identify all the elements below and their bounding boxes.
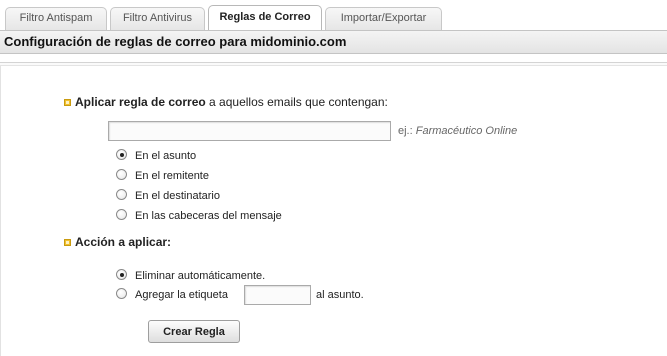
radio-label: En el destinatario — [135, 190, 220, 202]
tab-filtro-antivirus[interactable]: Filtro Antivirus — [110, 7, 205, 30]
radio-label: Eliminar automáticamente. — [135, 270, 266, 282]
radio-icon[interactable] — [116, 209, 127, 220]
radio-label: En el remitente — [135, 170, 209, 182]
page-title: Configuración de reglas de correo para m… — [0, 30, 667, 54]
rule-hint: ej.: Farmacéutico Online — [398, 125, 517, 137]
radio-icon[interactable] — [116, 288, 127, 299]
create-rule-button[interactable]: Crear Regla — [148, 320, 240, 343]
tab-importar-exportar[interactable]: Importar/Exportar — [325, 7, 442, 30]
rule-text-input[interactable] — [108, 121, 391, 141]
tag-suffix: al asunto. — [316, 289, 364, 301]
tag-input[interactable] — [244, 285, 311, 305]
radio-label: En el asunto — [135, 150, 197, 162]
radio-checked-icon[interactable] — [116, 149, 127, 160]
radio-icon[interactable] — [116, 169, 127, 180]
rule-hint-example: Farmacéutico Online — [415, 125, 518, 137]
bullet-icon — [64, 239, 71, 246]
rules-form: Aplicar regla de correo a aquellos email… — [0, 66, 667, 356]
tab-filtro-antispam[interactable]: Filtro Antispam — [5, 7, 107, 30]
radio-label: En las cabeceras del mensaje — [135, 210, 282, 222]
bullet-icon — [64, 99, 71, 106]
rule-heading: Aplicar regla de correo a aquellos email… — [75, 95, 388, 109]
radio-checked-icon[interactable] — [116, 269, 127, 280]
rule-heading-bold: Aplicar regla de correo — [75, 95, 206, 109]
rule-hint-prefix: ej.: — [398, 125, 416, 137]
tab-bar: Filtro Antispam Filtro Antivirus Reglas … — [0, 0, 667, 30]
radio-icon[interactable] — [116, 189, 127, 200]
tab-reglas-de-correo[interactable]: Reglas de Correo — [208, 5, 322, 30]
radio-label: Agregar la etiqueta — [135, 289, 228, 301]
action-heading: Acción a aplicar: — [75, 235, 172, 249]
rule-heading-rest: a aquellos emails que contengan: — [205, 95, 388, 109]
